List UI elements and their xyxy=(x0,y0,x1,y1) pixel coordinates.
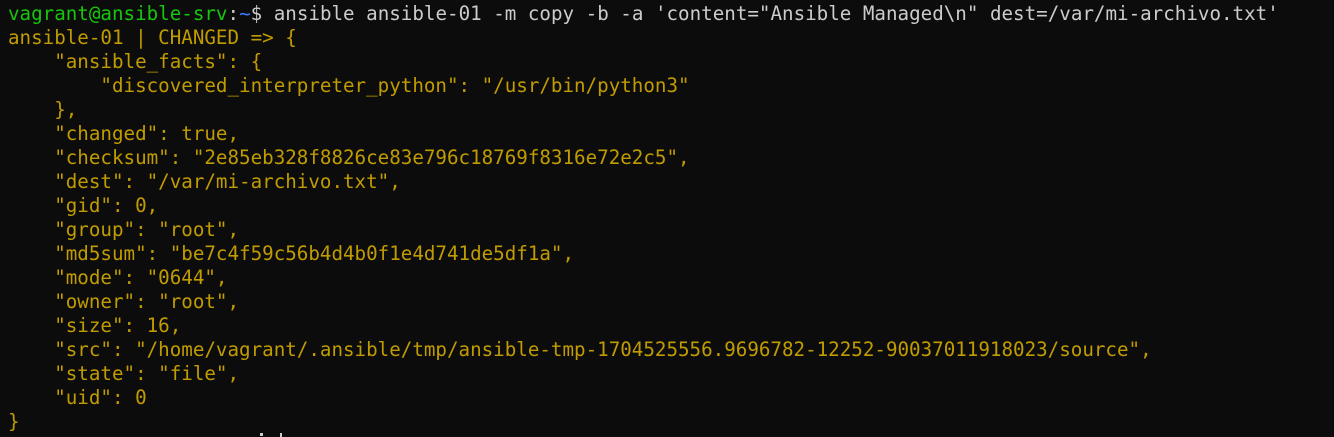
prompt-cwd: ~ xyxy=(239,2,251,25)
output-line: "src": "/home/vagrant/.ansible/tmp/ansib… xyxy=(8,338,1152,361)
output-line: "state": "file", xyxy=(8,362,240,385)
output-line: "gid": 0, xyxy=(8,194,159,217)
prompt-symbol: $ xyxy=(250,2,263,25)
output-line: "uid": 0 xyxy=(8,386,147,409)
output-line: "md5sum": "be7c4f59c56b4d4b0f1e4d741de5d… xyxy=(8,242,575,265)
output-line: "mode": "0644", xyxy=(8,266,228,289)
output-line: "size": 16, xyxy=(8,314,182,337)
output-line: "owner": "root", xyxy=(8,290,240,313)
command-text[interactable]: ansible ansible-01 -m copy -b -a 'conten… xyxy=(262,2,1279,25)
text-cursor-icon xyxy=(280,433,282,437)
output-line: "discovered_interpreter_python": "/usr/b… xyxy=(8,74,690,97)
output-line: "changed": true, xyxy=(8,122,240,145)
output-line: } xyxy=(8,410,20,433)
prompt-line: vagrant@ansible-srv:~$ ansible ansible-0… xyxy=(8,2,1334,26)
prompt-user-host: vagrant@ansible-srv xyxy=(8,2,228,25)
output-line: "group": "root", xyxy=(8,218,240,241)
output-line: "dest": "/var/mi-archivo.txt", xyxy=(8,170,401,193)
output-line: }, xyxy=(8,98,78,121)
output-line: "checksum": "2e85eb328f8826ce83e796c1876… xyxy=(8,146,690,169)
output-line: ansible-01 | CHANGED => { xyxy=(8,26,297,49)
next-prompt-fragment xyxy=(260,431,284,437)
text-cursor-artifact xyxy=(260,433,263,436)
output-line: "ansible_facts": { xyxy=(8,50,263,73)
prompt-separator: : xyxy=(227,2,240,25)
terminal-window[interactable]: vagrant@ansible-srv:~$ ansible ansible-0… xyxy=(0,0,1334,437)
